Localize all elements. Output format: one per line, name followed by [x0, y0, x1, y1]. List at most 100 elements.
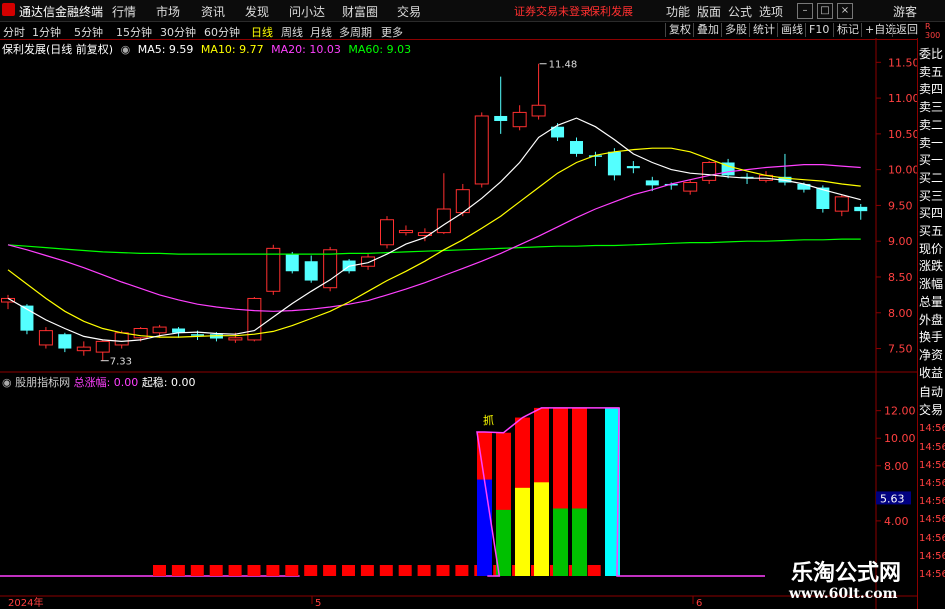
- sub-small-bar: [247, 565, 261, 576]
- sub-fill-bar: [477, 479, 492, 576]
- candle-body: [531, 104, 546, 117]
- main-legend: 保利发展(日线 前复权) ◉ MA5: 9.59 MA10: 9.77 MA20…: [2, 41, 415, 57]
- indicator-settings-icon[interactable]: ◉: [2, 376, 12, 389]
- side-item: 总量: [919, 294, 944, 309]
- price-tick-label: 9.50: [888, 199, 913, 212]
- price-tick-label: 9.00: [888, 235, 913, 248]
- sub-small-bar: [171, 565, 185, 576]
- side-auto-trade[interactable]: 交易: [919, 402, 945, 419]
- sub-small-bar: [266, 565, 280, 576]
- candle-body: [191, 334, 204, 336]
- settings-icon[interactable]: ◉: [121, 43, 131, 56]
- sub-fill-bar: [553, 508, 568, 576]
- ma5-line: [7, 117, 861, 343]
- indicator-title: 股朋指标网: [15, 376, 71, 389]
- candle-body: [436, 208, 451, 234]
- max-label: 11.48: [549, 60, 578, 71]
- sub-small-bar: [209, 565, 223, 576]
- candle-body: [228, 337, 243, 341]
- total-gain-label: 总涨幅: 0.00: [73, 376, 139, 389]
- sub-tick-label: 10.00: [884, 432, 916, 445]
- candle-body: [702, 161, 717, 181]
- ma10-label: MA10: 9.77: [200, 43, 264, 56]
- sub-small-bar: [323, 565, 337, 576]
- side-time-entry: 14:56: [919, 459, 945, 471]
- candle-body: [683, 182, 698, 192]
- candle-body: [570, 141, 583, 154]
- min-label: 7.33: [110, 357, 132, 368]
- side-time-entry: 14:56: [919, 478, 945, 489]
- sub-fill-bar: [572, 508, 587, 576]
- candle-body: [607, 151, 621, 176]
- price-tick-label: 11.00: [888, 92, 920, 105]
- side-item: 买三: [919, 188, 944, 203]
- candle-body: [361, 256, 376, 267]
- price-tick-label: 7.50: [888, 343, 913, 356]
- side-time-entry: 14:56: [919, 496, 945, 508]
- candle-body: [645, 180, 659, 186]
- kline-chart[interactable]: 11.50 11.00 10.50 10.00 9.50 9.00 8.50 8.00 7.50…: [0, 0, 945, 609]
- date-label: 6: [696, 598, 702, 609]
- candle-body: [834, 196, 849, 212]
- stable-label: 起稳: 0.00: [141, 376, 196, 389]
- date-label: 5: [315, 598, 321, 609]
- price-tick-label: 8.50: [888, 271, 913, 284]
- buy-marker-label: 抓: [483, 413, 494, 427]
- quote-side-panel: 委比 卖五 卖四 卖三 卖二 卖一 买一 买二 买三 买四 买五 现价 涨跌 涨幅 总量 外盘 换手 净资 收益 自动…: [917, 38, 945, 609]
- side-item: 卖三: [919, 100, 944, 115]
- candle-body: [266, 247, 281, 292]
- price-tick-label: 10.50: [888, 128, 920, 141]
- price-tick-label: 10.00: [888, 164, 920, 177]
- candle-body: [474, 115, 489, 185]
- date-label: 2024年: [8, 596, 43, 609]
- sub-tick-label: 4.00: [884, 515, 909, 528]
- candle-body: [38, 330, 53, 346]
- candle-body: [285, 254, 299, 272]
- side-item: 净资: [919, 347, 944, 362]
- side-item: 委比: [919, 47, 944, 61]
- sub-small-bar: [342, 565, 355, 576]
- sub-small-bar: [379, 565, 393, 576]
- candle-body: [58, 334, 72, 349]
- side-item: 买一: [919, 153, 944, 168]
- sub-small-bar: [360, 565, 374, 576]
- ma60-line: [7, 238, 861, 255]
- side-time-entry: 14:56: [919, 514, 945, 526]
- candle-body: [114, 332, 129, 346]
- side-item: 外盘: [919, 312, 944, 327]
- ma60-label: MA60: 9.03: [348, 43, 412, 56]
- sub-small-bar: [304, 565, 318, 576]
- sub-small-bar: [153, 565, 166, 576]
- candle-body: [494, 115, 508, 121]
- sub-legend: ◉ 股朋指标网 总涨幅: 0.00 起稳: 0.00: [2, 374, 196, 390]
- candle-body: [76, 346, 91, 352]
- side-item: 卖五: [919, 64, 944, 79]
- side-time-entry: 14:56: [919, 423, 945, 435]
- sub-fill-bar: [534, 482, 549, 576]
- side-time-entry: 14:56: [919, 550, 945, 562]
- price-tick-label: 8.00: [888, 307, 913, 320]
- side-item: 现价: [919, 241, 944, 256]
- side-item: 涨跌: [919, 259, 944, 274]
- candle-body: [95, 340, 110, 353]
- sub-small-bar: [398, 565, 412, 576]
- sub-small-bar: [417, 565, 431, 576]
- side-time-entry: 14:56: [919, 441, 945, 453]
- sub-tick-label: 8.00: [884, 460, 909, 473]
- price-tick-label: 11.50: [888, 56, 920, 69]
- side-auto-trade[interactable]: 自动: [919, 384, 945, 401]
- ma20-line: [7, 164, 861, 312]
- sub-highlight-label: 5.63: [880, 492, 905, 505]
- sub-tick-label: 12.00: [884, 405, 916, 418]
- sub-small-bar: [455, 565, 469, 576]
- side-item: 买二: [919, 170, 944, 185]
- candle-body: [380, 219, 394, 246]
- candle-body: [512, 111, 527, 128]
- sub-small-bar: [228, 565, 242, 576]
- stock-title: 保利发展(日线 前复权): [2, 43, 114, 56]
- candle-body: [152, 326, 167, 334]
- ma10-line: [7, 147, 861, 338]
- candle-body: [398, 229, 413, 234]
- side-item: 卖二: [919, 117, 944, 132]
- candle-body: [304, 261, 318, 281]
